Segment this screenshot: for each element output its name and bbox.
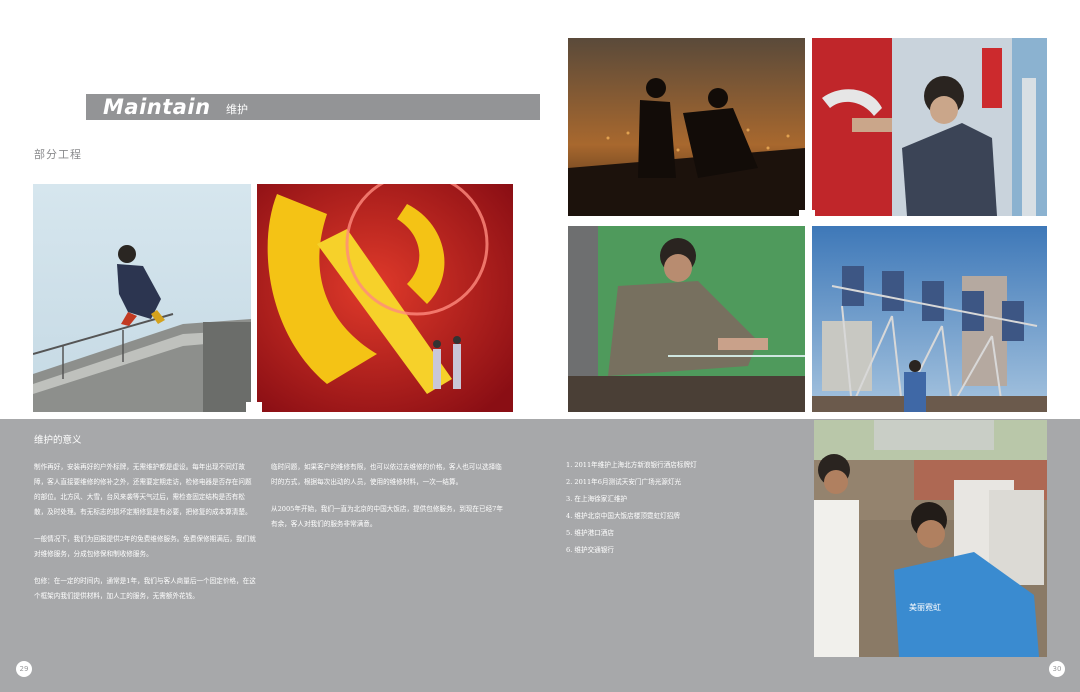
paragraph: 临时问题，如果客户的维修有限，也可以依过去维修的价格，客人也可以选择临时的方式，…	[271, 463, 502, 486]
list-item: 2. 2011年6月测试天安门广场光源灯光	[566, 478, 682, 486]
page-number-right: 30	[1049, 661, 1065, 677]
page-title-chinese: 维护	[226, 103, 248, 116]
worker-fixing-sign-photo	[812, 38, 1047, 216]
paragraph: 包修：在一定的时间内，通常是1年，我们与客人商量后一个固定价格，在这个框架内我们…	[34, 577, 256, 600]
paragraph: 制作再好，安装再好的户外标牌，无需维护都是虚设。每年出现不同灯故障，客人直接要维…	[34, 463, 252, 516]
project-list: 1. 2011年维护上海北方新浪银行酒店标牌灯 2. 2011年6月测试天安门广…	[566, 458, 776, 560]
list-item: 3. 在上海徐家汇维护	[566, 495, 628, 503]
photo-separator-mark	[246, 402, 262, 416]
meaning-text-column-2: 临时问题，如果客户的维修有限，也可以依过去维修的价格，客人也可以选择临时的方式，…	[271, 460, 503, 544]
night-silhouette-workers-photo	[568, 38, 805, 216]
page-number-left: 29	[16, 661, 32, 677]
page-title-english: Maintain	[103, 95, 211, 119]
worker-wiring-panel-photo	[568, 226, 805, 412]
paragraph: 一般情况下，我们为回报提供2年的免费维修服务。免费保修期满后，我们就对维修服务，…	[34, 535, 256, 558]
meaning-text-column-1: 制作再好，安装再好的户外标牌，无需维护都是虚设。每年出现不同灯故障，客人直接要维…	[34, 460, 256, 616]
worker-on-roof-photo	[33, 184, 251, 412]
party-emblem-neon-photo	[257, 184, 513, 412]
list-item: 5. 维护港口酒店	[566, 529, 614, 537]
shirt-logo-text: 美丽霓虹	[909, 603, 941, 612]
rooftop-letters-frame-photo	[812, 226, 1047, 412]
paragraph: 从2005年开始，我们一直为北京的中国大饭店，提供包修服务，到现在已经7年有余，…	[271, 505, 503, 528]
rooftop-electrical-box-photo: 美丽霓虹	[814, 420, 1047, 657]
list-item: 1. 2011年维护上海北方新浪银行酒店标牌灯	[566, 461, 697, 469]
section-label: 部分工程	[34, 148, 82, 161]
meaning-section-title: 维护的意义	[34, 435, 82, 446]
list-item: 6. 维护交通银行	[566, 546, 614, 554]
list-item: 4. 维护北京中国大饭店楼顶霓虹灯招牌	[566, 512, 680, 520]
